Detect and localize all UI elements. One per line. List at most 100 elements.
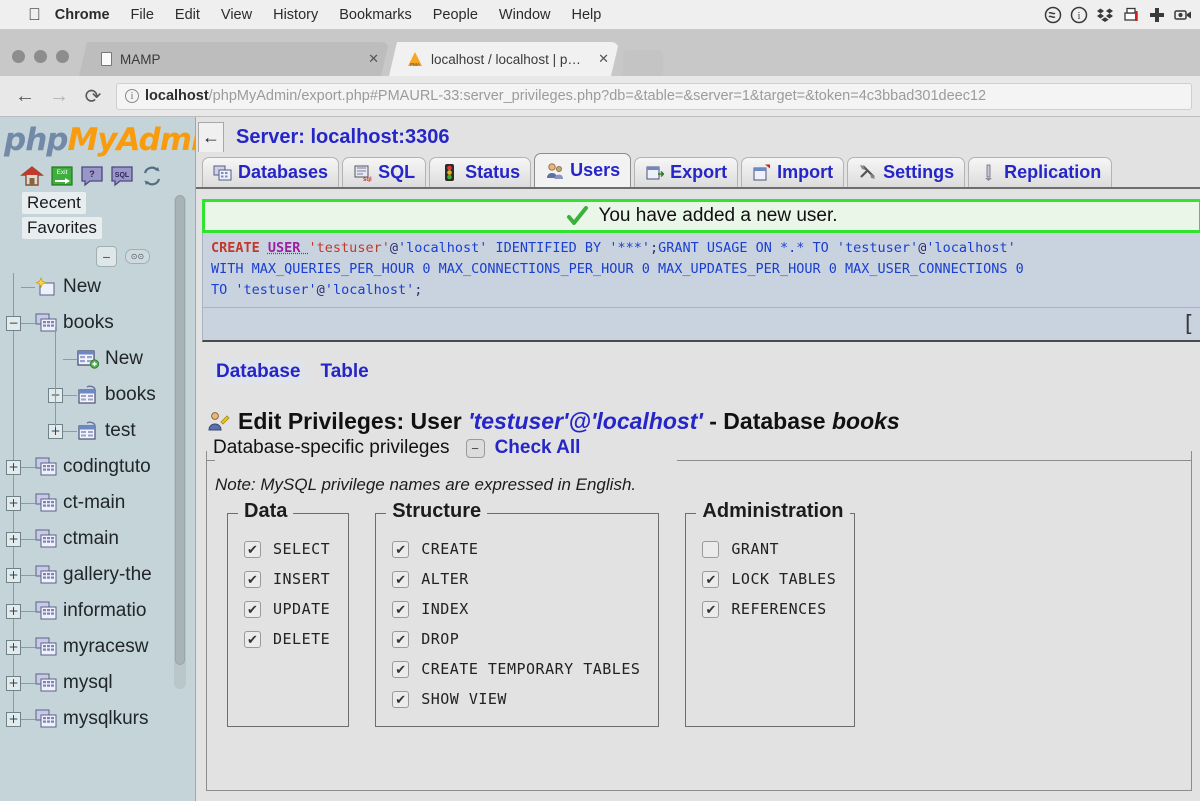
browser-tab-phpmyadmin[interactable]: PMA localhost / localhost | phpMyA ✕ [389,42,619,76]
tab-databases[interactable]: Databases [202,157,339,187]
screen-record-icon[interactable] [1170,2,1196,28]
privilege-row[interactable]: LOCK TABLES [702,564,836,594]
sidebar-scrollbar-thumb[interactable] [175,195,185,665]
menu-item-file[interactable]: File [131,7,154,23]
privilege-row[interactable]: CREATE TEMPORARY TABLES [392,654,640,684]
recent-link[interactable]: Recent [22,192,86,214]
reload-button[interactable]: ⟳ [76,81,110,111]
checkbox-select[interactable] [244,541,261,558]
plus-cross-icon[interactable] [1144,2,1170,28]
checkbox-grant[interactable] [702,541,719,558]
window-controls[interactable] [12,50,69,76]
tab-users[interactable]: Users [534,153,631,187]
apple-logo-icon[interactable]:  [28,6,41,23]
tree-node-ct-main[interactable]: + ct-main [6,485,195,521]
tab-replication[interactable]: Replication [968,157,1112,187]
menu-item-window[interactable]: Window [499,7,551,23]
tree-node-new[interactable]: New [6,341,195,377]
privilege-row[interactable]: INDEX [392,594,640,624]
tree-node-test[interactable]: + test [6,413,195,449]
expand-node-icon[interactable]: + [6,496,21,511]
privilege-row[interactable]: SELECT [244,534,330,564]
menu-item-history[interactable]: History [273,7,318,23]
checkbox-references[interactable] [702,601,719,618]
expand-node-icon[interactable]: + [6,568,21,583]
tree-node-books[interactable]: +books [6,377,195,413]
logout-icon[interactable]: Exit [50,164,74,188]
close-tab-icon[interactable]: ✕ [362,51,379,67]
tab-settings[interactable]: Settings [847,157,965,187]
creative-cloud-icon[interactable] [1040,2,1066,28]
favorites-link[interactable]: Favorites [22,217,102,239]
collapse-all-button[interactable]: − [96,246,117,267]
docs-icon[interactable]: ? [80,164,104,188]
inline-edit-link[interactable]: [ [1182,312,1195,337]
uncheck-all-toggle[interactable]: − [466,439,485,458]
tab-import[interactable]: Import [741,157,844,187]
sql-docs-icon[interactable]: SQL [110,164,134,188]
privilege-row[interactable]: DELETE [244,624,330,654]
tab-sql[interactable]: sql SQL [342,157,426,187]
checkbox-show-view[interactable] [392,691,409,708]
back-button[interactable]: ← [8,81,42,111]
tree-node-mysqlkurs[interactable]: + mysqlkurs [6,701,195,737]
tab-export[interactable]: Export [634,157,738,187]
privilege-row[interactable]: SHOW VIEW [392,684,640,714]
check-all-link[interactable]: Check All [495,437,581,459]
checkbox-index[interactable] [392,601,409,618]
close-tab-icon[interactable]: ✕ [592,51,609,67]
expand-node-icon[interactable]: + [6,460,21,475]
subnav-link-database[interactable]: Database [212,360,305,384]
checkbox-delete[interactable] [244,631,261,648]
dropbox-icon[interactable] [1092,2,1118,28]
menu-item-help[interactable]: Help [571,7,601,23]
tree-node-books[interactable]: − books [6,305,195,341]
reload-icon[interactable] [140,164,164,188]
maximize-window-button[interactable] [56,50,69,63]
tree-node-myracesw[interactable]: + myracesw [6,629,195,665]
expand-node-icon[interactable]: + [6,532,21,547]
address-bar[interactable]: i localhost/phpMyAdmin/export.php#PMAURL… [116,83,1192,110]
menu-item-bookmarks[interactable]: Bookmarks [339,7,412,23]
checkbox-alter[interactable] [392,571,409,588]
privilege-row[interactable]: INSERT [244,564,330,594]
close-window-button[interactable] [12,50,25,63]
expand-node-icon[interactable]: + [6,676,21,691]
tree-node-ctmain[interactable]: + ctmain [6,521,195,557]
privilege-row[interactable]: ALTER [392,564,640,594]
tree-node-mysql[interactable]: + mysql [6,665,195,701]
new-tab-button[interactable] [623,50,663,76]
tab-status[interactable]: Status [429,157,531,187]
checkbox-update[interactable] [244,601,261,618]
subnav-link-table[interactable]: Table [317,360,373,384]
privilege-row[interactable]: GRANT [702,534,836,564]
browser-tab-mamp[interactable]: MAMP ✕ [79,42,389,76]
checkbox-create-temporary-tables[interactable] [392,661,409,678]
forward-button[interactable]: → [42,81,76,111]
checkbox-insert[interactable] [244,571,261,588]
privilege-row[interactable]: REFERENCES [702,594,836,624]
collapse-node-icon[interactable]: − [6,316,21,331]
tree-node-codingtuto[interactable]: + codingtuto [6,449,195,485]
expand-node-icon[interactable]: + [6,640,21,655]
tree-node-new[interactable]: New [6,269,195,305]
expand-node-icon[interactable]: + [6,712,21,727]
menu-item-chrome[interactable]: Chrome [55,7,110,23]
back-to-server-button[interactable]: ← [198,122,224,152]
privilege-row[interactable]: CREATE [392,534,640,564]
menu-item-edit[interactable]: Edit [175,7,200,23]
sidebar-scrollbar[interactable] [174,195,186,689]
phpmyadmin-logo[interactable]: phpMyAdmi [0,117,195,158]
tree-node-gallery-the[interactable]: + gallery-the [6,557,195,593]
checkbox-create[interactable] [392,541,409,558]
checkbox-lock-tables[interactable] [702,571,719,588]
tree-node-informatio[interactable]: + informatio [6,593,195,629]
menu-item-view[interactable]: View [221,7,252,23]
privilege-row[interactable]: UPDATE [244,594,330,624]
info-circle-icon[interactable]: i [1066,2,1092,28]
minimize-window-button[interactable] [34,50,47,63]
checkbox-drop[interactable] [392,631,409,648]
home-icon[interactable] [20,164,44,188]
site-info-icon[interactable]: i [125,89,139,103]
expand-node-icon[interactable]: + [6,604,21,619]
